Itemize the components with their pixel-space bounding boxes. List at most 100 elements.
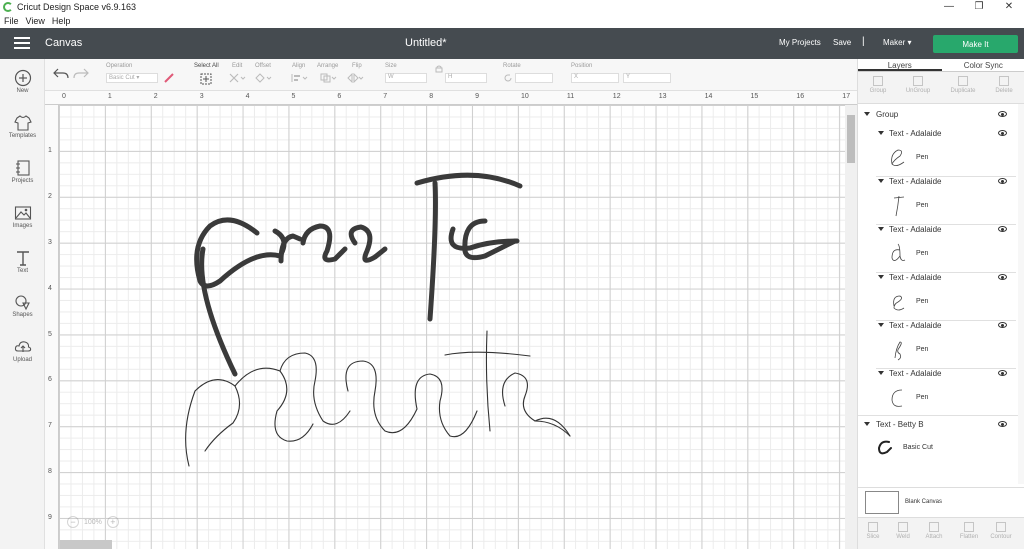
layer-sub-item[interactable]: Pen (876, 384, 1016, 414)
group-button[interactable]: Group (858, 76, 898, 94)
flip-icon[interactable] (347, 73, 365, 83)
attach-button[interactable]: Attach (914, 522, 954, 540)
contour-label: Contour (990, 534, 1012, 540)
canvas-color-swatch[interactable] (865, 491, 899, 514)
layer-sub-item[interactable]: Pen (876, 192, 1016, 222)
eye-icon[interactable] (998, 226, 1007, 232)
eye-icon[interactable] (998, 421, 1007, 427)
layer-betty-b[interactable]: Text - Betty B (858, 416, 1024, 434)
projects-button[interactable]: Projects (0, 159, 45, 184)
delete-button[interactable]: Delete (984, 76, 1024, 94)
horizontal-scroll-thumb[interactable] (60, 540, 112, 549)
menu-bar: File View Help (0, 14, 1024, 27)
blank-canvas-row[interactable]: Blank Canvas (858, 487, 1024, 517)
caret-down-icon[interactable] (878, 275, 884, 279)
text-button[interactable]: Text (0, 249, 45, 274)
offset-label: Offset (255, 63, 271, 69)
new-button[interactable]: New (0, 69, 45, 94)
text-label: Text (16, 268, 28, 274)
menu-file[interactable]: File (4, 16, 19, 26)
layer-sub-item[interactable]: Pen (876, 336, 1016, 366)
layers-scrollbar[interactable] (1018, 104, 1024, 484)
delete-tool-label: Delete (995, 88, 1013, 94)
height-field[interactable]: H (445, 73, 487, 83)
minimize-button[interactable]: — (934, 0, 964, 14)
layer-group[interactable]: Group (858, 106, 1024, 124)
zoom-out-button[interactable]: − (67, 516, 79, 528)
images-button[interactable]: Images (0, 204, 45, 229)
rotate-field[interactable] (515, 73, 553, 83)
tab-color-sync[interactable]: Color Sync (942, 59, 1024, 71)
group-name: Group (876, 110, 899, 119)
upload-button[interactable]: Upload (0, 338, 45, 363)
contour-button[interactable]: Contour (981, 522, 1021, 540)
caret-down-icon[interactable] (878, 323, 884, 327)
layer-item[interactable]: Text - Adalaide (858, 173, 1024, 191)
tab-layers[interactable]: Layers (858, 59, 942, 71)
layers-list: Group Text - Adalaide Pen Text - Adalaid… (858, 104, 1024, 487)
shapes-button[interactable]: Shapes (0, 293, 45, 318)
zoom-level: 100% (84, 518, 102, 526)
shapes-icon (14, 295, 30, 311)
lock-icon[interactable] (435, 65, 443, 73)
caret-down-icon[interactable] (878, 371, 884, 375)
width-field[interactable]: W (385, 73, 427, 83)
vertical-scrollbar[interactable] (845, 105, 857, 549)
menu-view[interactable]: View (26, 16, 45, 26)
eye-icon[interactable] (998, 274, 1007, 280)
layer-sub-item[interactable]: Basic Cut (863, 434, 1003, 464)
hamburger-menu-icon[interactable] (14, 37, 30, 50)
create-thin-text[interactable] (185, 330, 571, 467)
layer-operation: Pen (916, 346, 929, 353)
layer-item[interactable]: Text - Adalaide (858, 365, 1024, 383)
caret-down-icon[interactable] (878, 179, 884, 183)
layer-sub-item[interactable]: Pen (876, 288, 1016, 318)
layer-item[interactable]: Text - Adalaide (858, 317, 1024, 335)
layer-item[interactable]: Text - Adalaide (858, 269, 1024, 287)
pen-color-icon[interactable] (163, 72, 175, 84)
caret-down-icon[interactable] (864, 422, 870, 426)
design-canvas[interactable]: 0 1 2 3 4 5 6 7 8 9 10 11 12 13 14 15 16 17 123456789 (45, 91, 857, 549)
edit-icon[interactable] (229, 73, 247, 83)
select-all-icon[interactable] (200, 73, 212, 85)
redo-icon[interactable] (73, 68, 89, 80)
eye-icon[interactable] (998, 111, 1007, 117)
y-field[interactable]: Y (623, 73, 671, 83)
restore-button[interactable]: ❐ (964, 0, 994, 14)
make-it-button[interactable]: Make It (933, 35, 1018, 53)
close-button[interactable]: ✕ (994, 0, 1024, 14)
size-label: Size (385, 63, 397, 69)
canvas-artwork[interactable] (45, 91, 857, 549)
operation-select[interactable]: Basic Cut ▾ (106, 73, 158, 83)
machine-selector[interactable]: Maker ▾ (883, 38, 911, 47)
vertical-scroll-thumb[interactable] (847, 115, 855, 163)
create-bold-text[interactable] (194, 172, 523, 377)
align-icon[interactable] (291, 73, 309, 83)
ungroup-tool-label: UnGroup (905, 88, 931, 94)
eye-icon[interactable] (998, 370, 1007, 376)
layer-item[interactable]: Text - Adalaide (858, 221, 1024, 239)
menu-help[interactable]: Help (52, 16, 71, 26)
caret-down-icon[interactable] (864, 112, 870, 116)
templates-button[interactable]: Templates (0, 114, 45, 139)
eye-icon[interactable] (998, 130, 1007, 136)
ungroup-button[interactable]: UnGroup (898, 76, 938, 94)
eye-icon[interactable] (998, 322, 1007, 328)
caret-down-icon[interactable] (878, 227, 884, 231)
my-projects-link[interactable]: My Projects (779, 38, 821, 47)
arrange-icon[interactable] (320, 73, 338, 83)
layer-sub-item[interactable]: Pen (876, 144, 1016, 174)
caret-down-icon[interactable] (878, 131, 884, 135)
offset-icon[interactable] (255, 73, 273, 83)
x-field[interactable]: X (571, 73, 619, 83)
save-button[interactable]: Save (833, 38, 851, 47)
duplicate-button[interactable]: Duplicate (943, 76, 983, 94)
eye-icon[interactable] (998, 178, 1007, 184)
cricut-logo-icon (3, 2, 13, 12)
blank-canvas-label: Blank Canvas (905, 499, 943, 505)
layer-item[interactable]: Text - Adalaide (858, 125, 1024, 143)
zoom-in-button[interactable]: + (106, 516, 119, 528)
layer-sub-item[interactable]: Pen (876, 240, 1016, 270)
templates-label: Templates (8, 133, 37, 139)
undo-icon[interactable] (53, 68, 69, 80)
